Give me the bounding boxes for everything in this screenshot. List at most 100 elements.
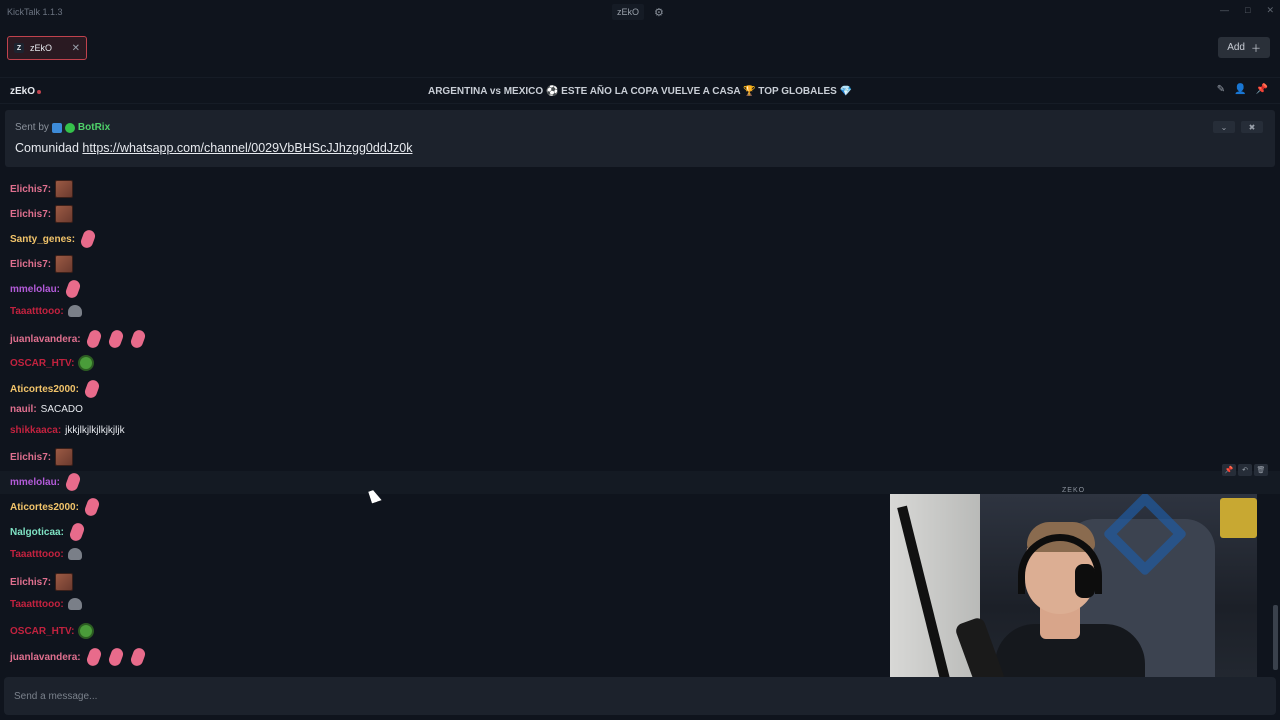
app-title: KickTalk 1.1.3 [7, 7, 63, 17]
bean-emote-icon[interactable] [106, 328, 125, 350]
chat-username[interactable]: mmelolau: [10, 284, 60, 295]
rat-emote-icon[interactable] [67, 305, 82, 317]
chat-username[interactable]: OSCAR_HTV: [10, 358, 74, 369]
face-emote-icon[interactable] [55, 448, 74, 466]
mod-tools-icon[interactable]: ✎ [1217, 84, 1225, 95]
delete-icon[interactable]: 🗑 [1254, 464, 1268, 476]
add-channel-button[interactable]: Add ＋ [1218, 37, 1270, 58]
bean-emote-icon[interactable] [83, 378, 101, 400]
message-input[interactable] [14, 688, 874, 704]
stream-video-player[interactable]: Ƶ [890, 494, 1257, 701]
chat-username[interactable]: OSCAR_HTV: [10, 626, 74, 637]
video-earcup [1075, 564, 1095, 598]
rat-emote-icon[interactable] [67, 548, 82, 560]
channel-header: zEkO ARGENTINA vs MEXICO ⚽ ESTE AÑO LA C… [0, 77, 1280, 104]
pinned-sent-by: Sent by BotRix [15, 122, 110, 133]
channel-avatar-icon: Z [14, 43, 24, 53]
sent-by-label: Sent by [15, 122, 49, 133]
chat-message[interactable]: Nalgoticaa: [10, 521, 86, 543]
bot-name[interactable]: BotRix [78, 122, 110, 133]
bean-emote-icon[interactable] [128, 646, 147, 668]
rat-emote-icon[interactable] [67, 598, 82, 610]
reply-icon[interactable]: ↶ [1238, 464, 1252, 476]
tab-zeko[interactable]: Z zEkO ✕ [7, 36, 87, 60]
settings-gear-icon[interactable]: ⚙ [654, 6, 664, 19]
plus-icon: ＋ [1251, 44, 1261, 55]
chat-message[interactable]: mmelolau: [10, 471, 82, 493]
face-emote-icon[interactable] [55, 205, 74, 223]
chat-message[interactable]: juanlavandera: [10, 646, 147, 668]
minimize-icon[interactable]: — [1220, 5, 1229, 16]
chat-message[interactable]: OSCAR_HTV: [10, 355, 95, 371]
tab-row: Z zEkO ✕ Add ＋ [0, 25, 1280, 75]
unpin-icon[interactable]: ✖ [1241, 121, 1263, 133]
face-emote-icon[interactable] [55, 180, 74, 198]
chat-username[interactable]: Elichis7: [10, 184, 51, 195]
chat-message[interactable]: shikkaaca: jkkjlkjlkjlkjkjljk [10, 425, 125, 436]
chat-message[interactable]: Aticortes2000: [10, 378, 101, 400]
chat-message[interactable]: Santy_genes: [10, 228, 97, 250]
bean-emote-icon[interactable] [84, 328, 103, 350]
chat-username[interactable]: Aticortes2000: [10, 502, 79, 513]
bean-emote-icon[interactable] [128, 328, 147, 350]
chat-message[interactable]: nauil: SACADO [10, 404, 83, 415]
chat-username[interactable]: juanlavandera: [10, 334, 81, 345]
pepe-emote-icon[interactable] [78, 623, 95, 639]
chat-message[interactable]: juanlavandera: [10, 328, 147, 350]
chat-message[interactable]: Taaatttooo: [10, 598, 82, 610]
chat-message[interactable]: Elichis7: [10, 180, 74, 198]
chat-username[interactable]: Elichis7: [10, 577, 51, 588]
chat-username[interactable]: Elichis7: [10, 259, 51, 270]
bean-emote-icon[interactable] [64, 471, 82, 493]
chat-message[interactable]: Taaatttooo: [10, 548, 82, 560]
face-emote-icon[interactable] [55, 255, 74, 273]
titlebar-channel-name[interactable]: zEkO [612, 4, 645, 20]
pinned-link[interactable]: https://whatsapp.com/channel/0029VbBHScJ… [82, 141, 412, 155]
chat-username[interactable]: Elichis7: [10, 209, 51, 220]
chat-message[interactable]: Elichis7: [10, 255, 74, 273]
chat-username[interactable]: Santy_genes: [10, 234, 75, 245]
chat-message[interactable]: Aticortes2000: [10, 496, 101, 518]
chat-username[interactable]: Nalgoticaa: [10, 527, 64, 538]
pinned-prefix: Comunidad [15, 141, 79, 155]
chat-message[interactable]: Elichis7: [10, 448, 74, 466]
face-emote-icon[interactable] [55, 573, 74, 591]
tab-close-icon[interactable]: ✕ [72, 43, 80, 54]
bean-emote-icon[interactable] [64, 278, 82, 300]
bean-emote-icon[interactable] [68, 521, 86, 543]
stream-title: ARGENTINA vs MEXICO ⚽ ESTE AÑO LA COPA V… [427, 86, 853, 97]
chat-message[interactable]: Elichis7: [10, 573, 74, 591]
bean-emote-icon[interactable] [84, 646, 103, 668]
window-controls: — □ ✕ [1220, 5, 1274, 16]
close-window-icon[interactable]: ✕ [1266, 5, 1274, 16]
video-sign [1220, 498, 1257, 538]
chat-username[interactable]: Elichis7: [10, 452, 51, 463]
chat-username[interactable]: mmelolau: [10, 477, 60, 488]
add-label: Add [1227, 42, 1245, 53]
hovered-message-highlight [0, 471, 1280, 494]
bean-emote-icon[interactable] [83, 496, 101, 518]
bean-emote-icon[interactable] [79, 228, 97, 250]
chat-username[interactable]: Taaatttooo: [10, 549, 64, 560]
chat-message[interactable]: Taaatttooo: [10, 305, 82, 317]
chat-username[interactable]: Taaatttooo: [10, 306, 64, 317]
maximize-icon[interactable]: □ [1245, 5, 1250, 16]
chat-username[interactable]: shikkaaca: [10, 425, 61, 436]
chat-message[interactable]: Elichis7: [10, 205, 74, 223]
pepe-emote-icon[interactable] [78, 355, 95, 371]
chat-username[interactable]: nauil: [10, 404, 37, 415]
channel-header-actions: ✎ 👤 📌 [1217, 84, 1268, 95]
message-composer [4, 677, 1276, 715]
collapse-chevron-icon[interactable]: ⌄ [1213, 121, 1235, 133]
chat-message[interactable]: OSCAR_HTV: [10, 623, 95, 639]
chat-message[interactable]: mmelolau: [10, 278, 82, 300]
pin-message-icon[interactable]: 📌 [1222, 464, 1236, 476]
chat-scrollbar[interactable] [1273, 605, 1278, 670]
chat-username[interactable]: Aticortes2000: [10, 384, 79, 395]
pin-icon[interactable]: 📌 [1256, 84, 1268, 95]
bean-emote-icon[interactable] [106, 646, 125, 668]
user-icon[interactable]: 👤 [1234, 84, 1246, 95]
bot-badge-icon [51, 122, 62, 133]
chat-username[interactable]: Taaatttooo: [10, 599, 64, 610]
chat-username[interactable]: juanlavandera: [10, 652, 81, 663]
